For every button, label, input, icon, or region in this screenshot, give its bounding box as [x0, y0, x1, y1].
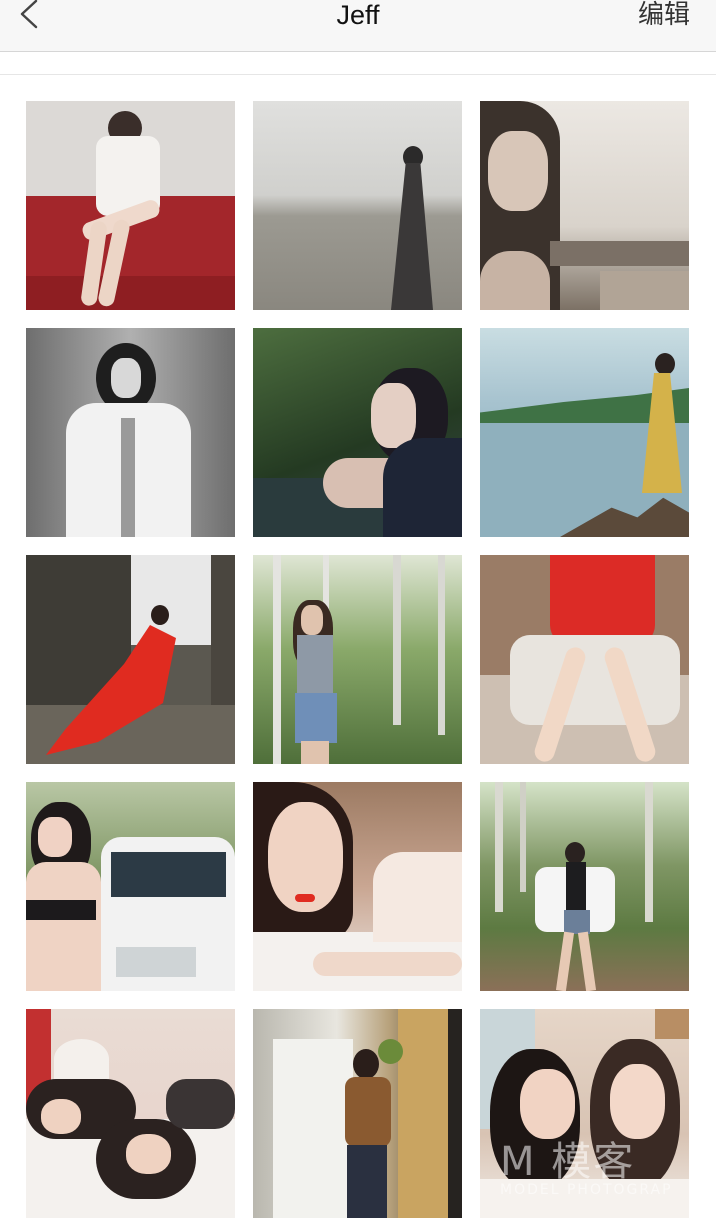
photo-thumbnail[interactable]	[253, 1009, 462, 1218]
navigation-bar: Jeff 编辑	[0, 0, 716, 52]
photo-thumbnail[interactable]	[253, 328, 462, 537]
photo-grid	[26, 101, 689, 1218]
edit-button[interactable]: 编辑	[638, 0, 690, 30]
watermark-sub: MODEL PHOTOGRAP	[500, 1182, 673, 1198]
photo-thumbnail[interactable]	[480, 782, 689, 991]
photo-thumbnail[interactable]	[253, 101, 462, 310]
divider	[0, 74, 716, 75]
photo-thumbnail[interactable]	[480, 328, 689, 537]
photo-thumbnail[interactable]	[26, 101, 235, 310]
photo-thumbnail[interactable]	[480, 555, 689, 764]
watermark: M 模客 MODEL PHOTOGRAP	[500, 1140, 700, 1200]
photo-thumbnail[interactable]	[26, 328, 235, 537]
photo-thumbnail[interactable]	[26, 555, 235, 764]
photo-thumbnail[interactable]	[253, 782, 462, 991]
photo-thumbnail[interactable]	[26, 782, 235, 991]
page-title: Jeff	[336, 0, 380, 30]
watermark-main: M 模客	[500, 1139, 636, 1185]
photo-thumbnail[interactable]	[480, 101, 689, 310]
photo-thumbnail[interactable]	[253, 555, 462, 764]
photo-thumbnail[interactable]	[26, 1009, 235, 1218]
